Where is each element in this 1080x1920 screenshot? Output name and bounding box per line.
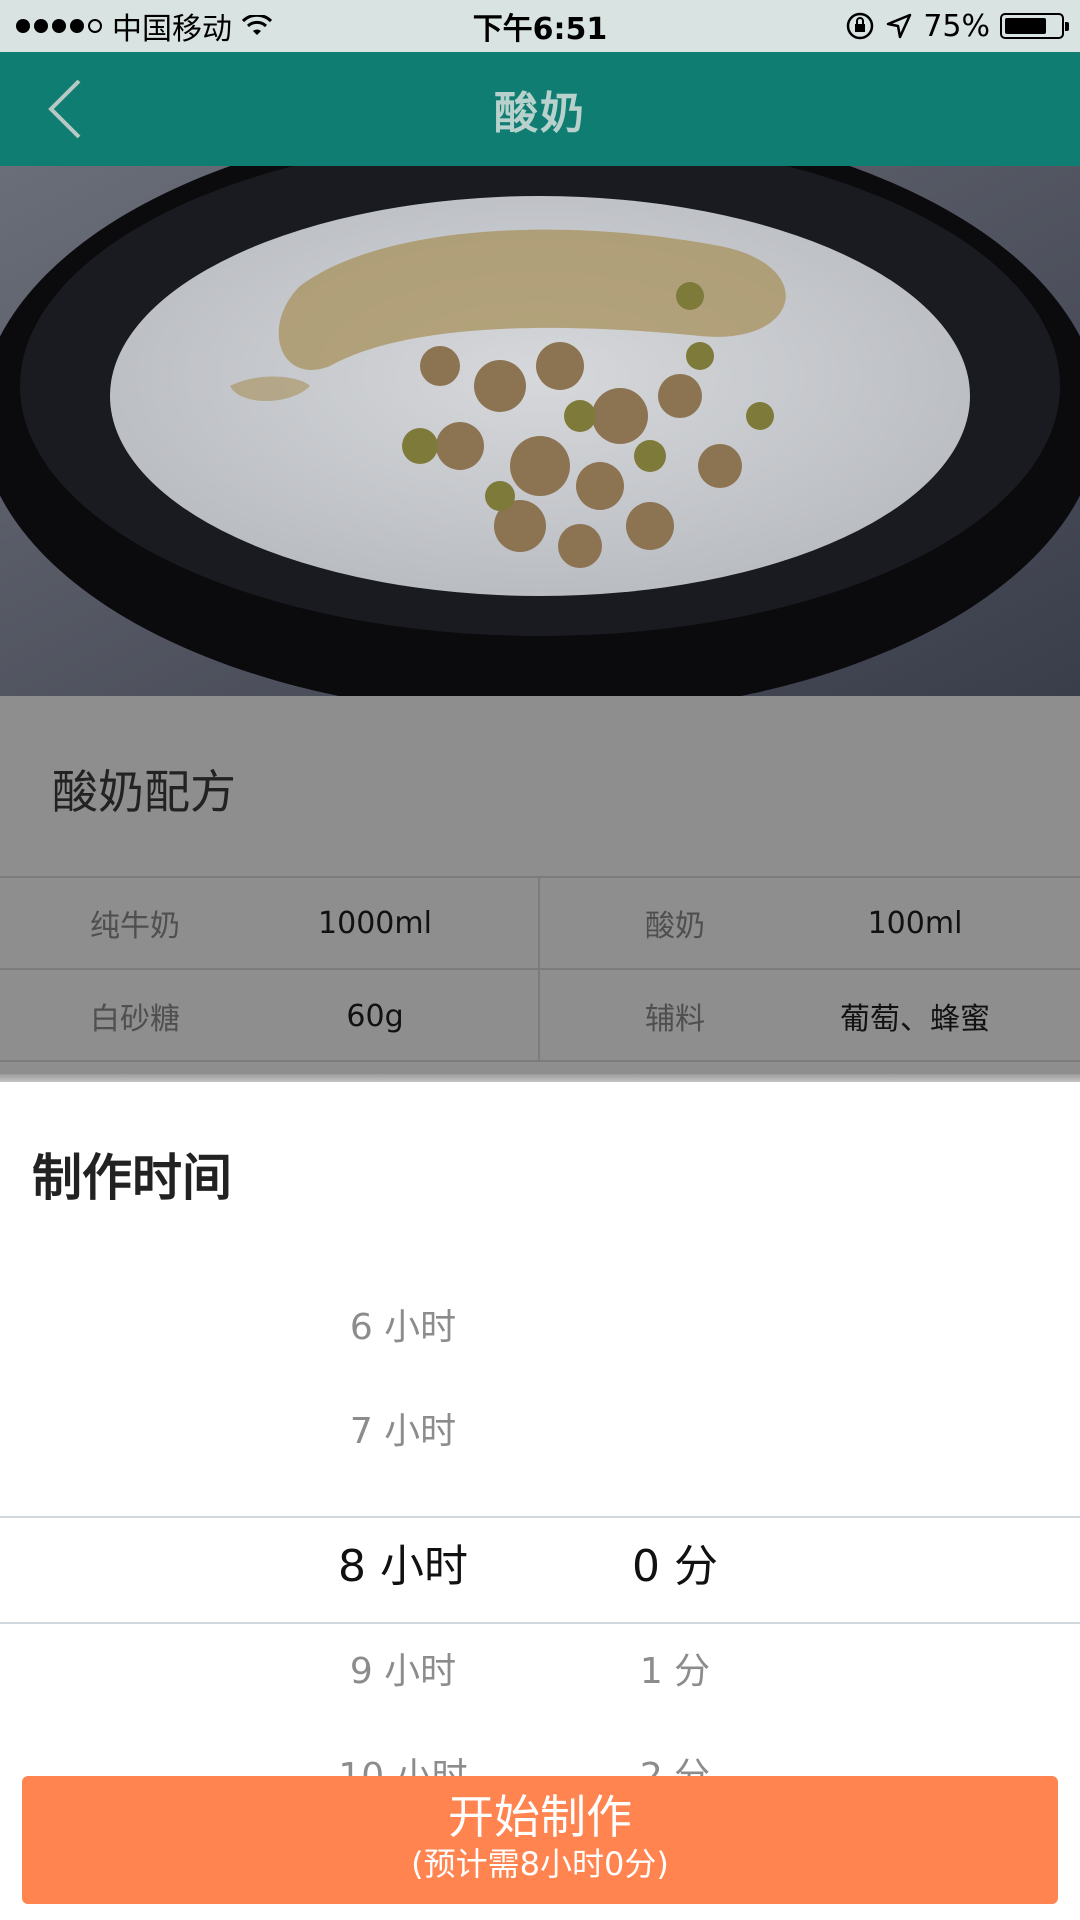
time-picker[interactable]: 6 小时 7 小时 8 小时 9 小时 10 小时 0 分 1 分 2 分 [0,1242,1080,1797]
hour-option[interactable]: 6 小时 [253,1278,553,1378]
hour-option[interactable]: 7 小时 [253,1382,553,1482]
ingredient-amount: 100ml [867,905,963,941]
minute-option-selected[interactable]: 0 分 [525,1517,825,1617]
location-icon [887,13,912,39]
carrier-label: 中国移动 [112,12,232,47]
ingredient-cell: 纯牛奶 1000ml [0,878,540,968]
ingredient-cell: 酸奶 100ml [540,878,1080,968]
start-button[interactable]: 开始制作 (预计需8小时0分) [22,1776,1058,1904]
table-row: 白砂糖 60g 辅料 葡萄、蜂蜜 [0,970,1080,1062]
ingredient-amount: 60g [346,998,404,1034]
start-button-estimate: (预计需8小时0分) [411,1845,669,1883]
minute-option[interactable]: 1 分 [525,1622,825,1722]
yogurt-bowl-image [0,166,1080,696]
status-right: 75% [845,8,1069,44]
status-left: 中国移动 [16,4,272,48]
start-button-label: 开始制作 [448,1790,632,1844]
page-title: 酸奶 [494,88,586,139]
ingredient-name: 纯牛奶 [90,909,180,944]
hour-option-selected[interactable]: 8 小时 [253,1517,553,1617]
wifi-icon [242,15,272,35]
ingredient-cell: 辅料 葡萄、蜂蜜 [540,970,1080,1062]
recipe-title: 酸奶配方 [52,765,236,819]
ingredients-table: 纯牛奶 1000ml 酸奶 100ml 白砂糖 60g 辅料 葡萄、蜂蜜 [0,876,1080,1062]
ingredient-name: 白砂糖 [90,1002,180,1037]
back-button[interactable] [30,74,100,144]
screen: 中国移动 下午6:51 75% 酸奶 酸奶配方 纯牛奶 1000ml 酸奶 10… [0,0,1080,1920]
chevron-left-icon [48,79,81,139]
hour-option[interactable]: 9 小时 [253,1622,553,1722]
orientation-lock-icon [847,12,874,40]
status-time: 下午6:51 [472,12,608,47]
table-row: 纯牛奶 1000ml 酸奶 100ml [0,878,1080,970]
ingredient-name: 辅料 [645,1002,705,1037]
picker-title: 制作时间 [32,1149,232,1207]
signal-icon [16,19,102,33]
ingredient-amount: 葡萄、蜂蜜 [840,1002,990,1037]
nav-bar: 酸奶 [0,52,1080,166]
recipe-hero-image [0,166,1080,696]
ingredient-name: 酸奶 [645,909,705,944]
ingredient-cell: 白砂糖 60g [0,970,540,1062]
status-bar: 中国移动 下午6:51 75% [0,0,1080,52]
battery-percent: 75% [923,8,990,44]
recipe-section: 酸奶配方 纯牛奶 1000ml 酸奶 100ml 白砂糖 60g 辅料 葡萄、蜂… [0,696,1080,1082]
ingredient-amount: 1000ml [318,905,432,941]
battery-icon [1000,13,1069,39]
